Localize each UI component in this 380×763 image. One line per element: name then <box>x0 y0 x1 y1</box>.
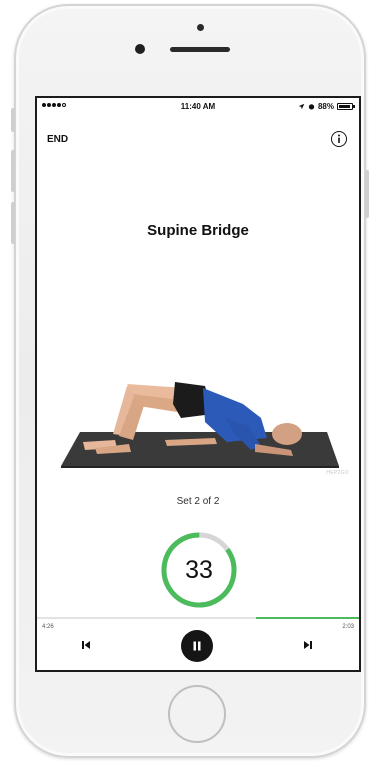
home-button[interactable] <box>168 685 226 743</box>
countdown-timer: 33 <box>159 530 239 610</box>
exercise-title: Supine Bridge <box>147 222 249 239</box>
elapsed-time: 4:26 <box>42 624 54 630</box>
power-button <box>365 170 369 218</box>
skip-next-icon[interactable] <box>301 638 315 652</box>
earpiece-speaker <box>170 47 230 52</box>
exercise-image <box>61 382 339 468</box>
battery-percent: 88% <box>317 102 334 111</box>
end-button[interactable]: END <box>47 134 68 145</box>
battery-icon <box>337 103 355 110</box>
location-arrow-icon <box>298 103 305 110</box>
image-watermark: HEP2GO <box>326 470 349 476</box>
front-camera <box>197 24 204 31</box>
info-circle-icon[interactable] <box>331 131 347 147</box>
status-bar: 11:40 AM 88% <box>37 98 359 116</box>
mute-switch <box>11 108 15 132</box>
info-glyph <box>338 134 340 143</box>
alarm-icon <box>308 104 315 110</box>
skip-previous-icon[interactable] <box>79 638 93 652</box>
app-screen: 11:40 AM 88% END Supine Bridge HEP2GO Se… <box>35 96 361 672</box>
volume-up-button <box>11 150 15 192</box>
status-right: 88% <box>298 102 355 111</box>
set-counter: Set 2 of 2 <box>176 496 220 507</box>
timer-value: 33 <box>185 555 213 584</box>
playback-progress-bar[interactable] <box>37 617 359 619</box>
playback-progress-fill <box>255 617 359 619</box>
pause-icon <box>193 641 201 651</box>
volume-down-button <box>11 202 15 244</box>
proximity-sensor <box>135 44 145 54</box>
remaining-time: 2:03 <box>342 624 354 630</box>
pause-button[interactable] <box>181 630 213 662</box>
